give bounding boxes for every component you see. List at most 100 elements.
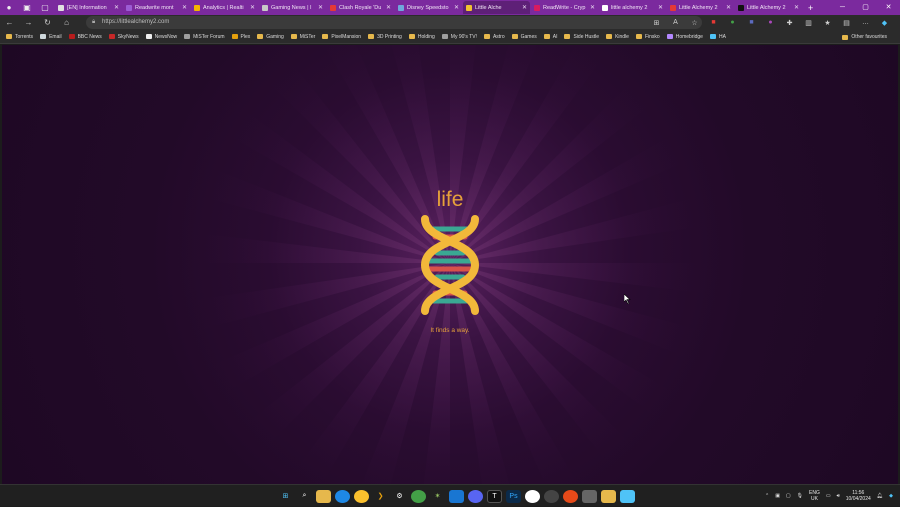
tray-app-icon[interactable]: ▣ (775, 493, 780, 499)
home-icon[interactable]: ⌂ (57, 18, 76, 27)
profile-icon[interactable]: ● (0, 0, 18, 15)
bookmark-item[interactable]: Finsko (635, 34, 660, 40)
bookmark-item[interactable]: BBC News (68, 34, 102, 40)
back-icon[interactable]: ← (0, 18, 19, 27)
close-window-icon[interactable]: ✕ (877, 0, 900, 15)
close-tab-icon[interactable]: ✕ (726, 4, 731, 11)
close-tab-icon[interactable]: ✕ (318, 4, 323, 11)
bookmark-item[interactable]: PixelMansion (322, 34, 361, 40)
bookmark-item[interactable]: Holding (408, 34, 435, 40)
bookmark-item[interactable]: Kindle (606, 34, 629, 40)
copilot-taskbar-icon[interactable]: ◆ (889, 493, 893, 499)
browser-tab[interactable]: Clash Royale 'Du ✕ (327, 1, 394, 14)
bookmark-label: 3D Printing (377, 33, 402, 40)
bookmark-item[interactable]: NewsNow (145, 34, 177, 40)
extension-icon[interactable]: ■ (742, 19, 761, 26)
photos-icon[interactable] (449, 489, 464, 503)
notepad-icon[interactable] (620, 489, 635, 503)
game-app-icon[interactable] (563, 489, 578, 503)
close-tab-icon[interactable]: ✕ (658, 4, 663, 11)
browser-tab[interactable]: Gaming News | I ✕ (259, 1, 326, 14)
favorites-icon[interactable]: ★ (818, 19, 837, 27)
bookmark-item[interactable]: My 90's TV! (441, 34, 477, 40)
bookmark-item[interactable]: 3D Printing (368, 34, 402, 40)
file-explorer-icon[interactable] (316, 489, 331, 503)
show-hidden-icons-icon[interactable]: ⌃ (765, 493, 769, 499)
copilot-icon[interactable]: ◆ (875, 19, 894, 27)
browser-tab[interactable]: little alchemy 2 ✕ (599, 1, 666, 14)
terminal-icon[interactable]: T (487, 489, 502, 503)
close-tab-icon[interactable]: ✕ (522, 4, 527, 11)
clock[interactable]: 11:56 10/04/2024 (846, 490, 871, 502)
bookmark-item[interactable]: MiSTer Forum (184, 34, 225, 40)
browser-tab[interactable]: Analytics | Realti ✕ (191, 1, 258, 14)
bookmark-item[interactable]: Side Hustle (564, 34, 599, 40)
game-viewport[interactable]: life It finds a way. (2, 45, 898, 484)
bookmark-item[interactable]: Gaming (257, 34, 284, 40)
bookmark-item[interactable]: MiSTer (290, 34, 315, 40)
browser-tab[interactable]: [EN] Information ✕ (55, 1, 122, 14)
bookmark-item[interactable]: AI (543, 34, 557, 40)
new-tab-button[interactable]: + (808, 3, 813, 13)
browser-tab[interactable]: Little Alchemy 2 ✕ (667, 1, 734, 14)
settings-more-icon[interactable]: … (856, 19, 875, 26)
plex-icon[interactable]: ❯ (373, 490, 388, 503)
read-aloud-icon[interactable]: A (666, 19, 685, 26)
extension-icon[interactable]: ■ (704, 19, 723, 26)
bookmark-item[interactable]: HA (709, 34, 726, 40)
search-icon[interactable]: ⌕ (297, 490, 312, 503)
display-icon[interactable]: ▭ (826, 493, 831, 499)
edge-icon[interactable] (335, 489, 350, 503)
settings-gear-icon[interactable]: ⚙ (392, 490, 407, 503)
other-favourites[interactable]: Other favourites (842, 30, 887, 44)
browser-tab[interactable]: Disney Speedsto ✕ (395, 1, 462, 14)
split-screen-icon[interactable]: ▥ (799, 19, 818, 27)
close-tab-icon[interactable]: ✕ (114, 4, 119, 11)
bookmark-item[interactable]: Astro (483, 34, 505, 40)
bookmark-item[interactable]: Torrents (6, 34, 33, 40)
tray-app-icon[interactable]: ▢ (786, 493, 791, 499)
app-icon[interactable] (582, 489, 597, 503)
notification-bell-icon[interactable]: 🔔︎ (877, 493, 883, 499)
browser-tab[interactable]: Little Alchemy 2 ✕ (735, 1, 802, 14)
minimize-icon[interactable]: ─ (831, 0, 854, 15)
collections-icon[interactable]: ▤ (837, 19, 856, 27)
app-icon[interactable]: ✶ (430, 490, 445, 503)
bookmark-item[interactable]: Plex (231, 34, 250, 40)
speaker-icon[interactable]: 🔊︎ (837, 493, 840, 499)
close-tab-icon[interactable]: ✕ (182, 4, 187, 11)
github-icon[interactable] (525, 489, 540, 503)
extensions-puzzle-icon[interactable]: ✚ (780, 19, 799, 27)
browser-tab[interactable]: Little Alche ✕ (463, 1, 530, 14)
folder-app-icon[interactable] (601, 489, 616, 503)
bookmark-item[interactable]: Homebridge (666, 34, 703, 40)
language-indicator[interactable]: ENG UK (809, 490, 820, 502)
bookmark-item[interactable]: Games (511, 34, 537, 40)
tab-actions-icon[interactable]: ▢ (36, 0, 54, 15)
discord-icon[interactable] (468, 489, 483, 503)
extension-icon[interactable]: ● (723, 19, 742, 26)
chrome-icon[interactable] (354, 489, 369, 503)
start-icon[interactable]: ⊞ (278, 490, 293, 503)
extension-icon[interactable]: ● (761, 19, 780, 26)
bookmark-item[interactable]: SkyNews (108, 34, 139, 40)
app-icon[interactable] (544, 489, 559, 503)
browser-tab[interactable]: Readwrite mont ✕ (123, 1, 190, 14)
close-tab-icon[interactable]: ✕ (386, 4, 391, 11)
browser-tab[interactable]: ReadWrite - Cryp ✕ (531, 1, 598, 14)
close-tab-icon[interactable]: ✕ (454, 4, 459, 11)
workspaces-icon[interactable]: ▣ (18, 0, 36, 15)
address-bar[interactable]: 🔒︎ https://littlealchemy2.com (86, 16, 702, 29)
close-tab-icon[interactable]: ✕ (590, 4, 595, 11)
favorite-star-icon[interactable]: ☆ (685, 19, 704, 27)
close-tab-icon[interactable]: ✕ (794, 4, 799, 11)
microphone-icon[interactable]: 🎙︎ (797, 493, 803, 499)
refresh-icon[interactable]: ↻ (38, 18, 57, 27)
app-available-icon[interactable]: ⊞ (647, 19, 666, 27)
photoshop-icon[interactable]: Ps (506, 489, 521, 503)
bookmark-item[interactable]: Email (40, 34, 62, 40)
maximize-icon[interactable]: ▢ (854, 0, 877, 15)
forward-icon[interactable]: → (19, 18, 38, 27)
xbox-icon[interactable] (411, 489, 426, 503)
close-tab-icon[interactable]: ✕ (250, 4, 255, 11)
